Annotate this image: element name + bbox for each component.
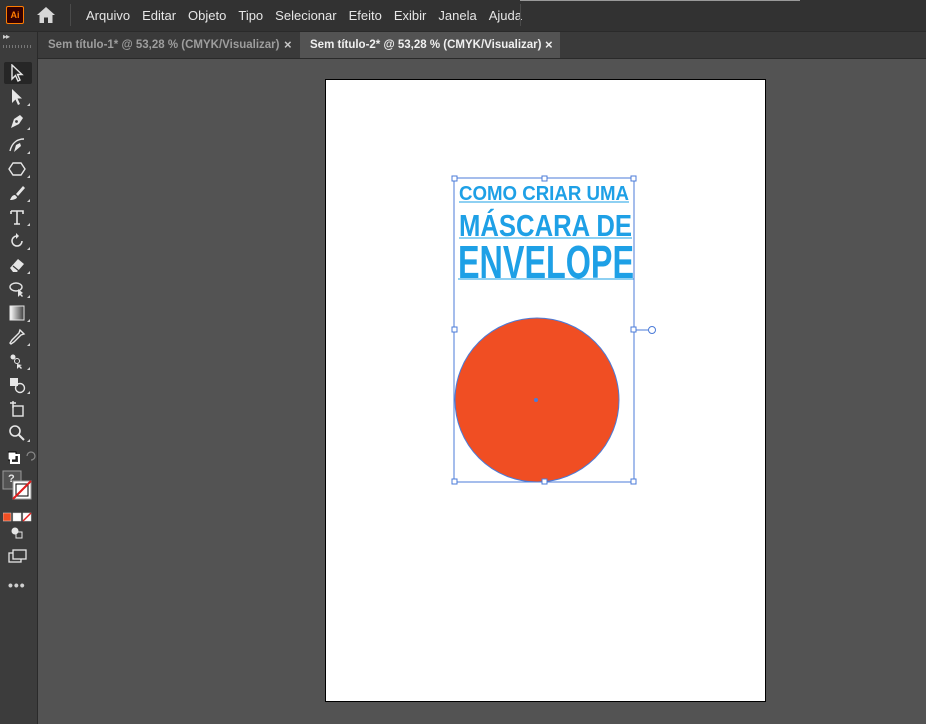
eyedropper-tool-icon[interactable]	[4, 326, 32, 348]
curvature-tool-icon[interactable]	[4, 134, 32, 156]
menu-tipo[interactable]: Tipo	[232, 8, 269, 23]
default-fill-stroke-icon[interactable]	[4, 448, 36, 470]
pen-tool-icon[interactable]	[4, 110, 32, 132]
circle-center-point	[534, 398, 538, 402]
tab-sem-titulo-2[interactable]: Sem título-2* @ 53,28 % (CMYK/Visualizar…	[300, 32, 560, 58]
menu-selecionar[interactable]: Selecionar	[269, 8, 342, 23]
handle-top-center[interactable]	[541, 175, 548, 182]
home-icon[interactable]	[36, 6, 56, 24]
fill-stroke-swatches[interactable]: ?	[2, 470, 36, 506]
warp-tool-icon[interactable]	[4, 278, 32, 300]
panel-grip[interactable]	[3, 45, 33, 48]
handle-top-right[interactable]	[630, 175, 637, 182]
selection-tool-icon[interactable]	[4, 62, 32, 84]
handle-top-left[interactable]	[451, 175, 458, 182]
handle-bottom-left[interactable]	[451, 478, 458, 485]
menu-ajuda[interactable]: Ajuda	[483, 8, 528, 23]
shaper-widget-handle[interactable]	[648, 326, 656, 334]
color-mode-row	[2, 509, 33, 522]
tab-close-icon[interactable]: ×	[545, 32, 553, 58]
menu-items: Arquivo Editar Objeto Tipo Selecionar Ef…	[80, 0, 528, 31]
handle-bottom-right[interactable]	[630, 478, 637, 485]
type-tool-icon[interactable]	[4, 206, 32, 228]
menu-arquivo[interactable]: Arquivo	[80, 8, 136, 23]
handle-middle-left[interactable]	[451, 326, 458, 333]
shape-builder-tool-icon[interactable]	[4, 374, 32, 396]
illustrator-logo: Ai	[6, 6, 24, 24]
handle-middle-right[interactable]	[630, 326, 637, 333]
artboard-artwork: COMO CRIAR UMA MÁSCARA DE ENVELOPE	[451, 175, 656, 485]
collapse-panel-icon[interactable]: ▸▸	[3, 32, 10, 41]
tab-label: Sem título-1* @ 53,28 % (CMYK/Visualizar…	[48, 39, 280, 51]
tab-close-icon[interactable]: ×	[284, 32, 292, 58]
eraser-tool-icon[interactable]	[4, 254, 32, 276]
document-tab-bar: Sem título-1* @ 53,28 % (CMYK/Visualizar…	[38, 32, 926, 59]
tools-panel: ▸▸ ? •••	[0, 32, 38, 724]
menu-editar[interactable]: Editar	[136, 8, 182, 23]
canvas-area[interactable]: COMO CRIAR UMA MÁSCARA DE ENVELOPE	[38, 59, 926, 724]
menu-bar: Ai Arquivo Editar Objeto Tipo Selecionar…	[0, 0, 926, 32]
title-line-3[interactable]: ENVELOPE	[458, 236, 634, 288]
artboard-tool-icon[interactable]	[4, 398, 32, 420]
rotate-tool-icon[interactable]	[4, 230, 32, 252]
blend-tool-icon[interactable]	[4, 350, 32, 372]
fill-unknown-label: ?	[8, 473, 15, 485]
search-field-edge	[520, 0, 800, 1]
draw-mode-icon[interactable]	[4, 522, 32, 544]
menu-efeito[interactable]: Efeito	[343, 8, 388, 23]
artboard[interactable]: COMO CRIAR UMA MÁSCARA DE ENVELOPE	[325, 79, 766, 702]
screen-mode-icon[interactable]	[4, 546, 32, 568]
zoom-tool-icon[interactable]	[4, 422, 32, 444]
menu-objeto[interactable]: Objeto	[182, 8, 232, 23]
menu-separator	[70, 4, 71, 26]
tab-sem-titulo-1[interactable]: Sem título-1* @ 53,28 % (CMYK/Visualizar…	[38, 32, 300, 58]
menu-exibir[interactable]: Exibir	[388, 8, 433, 23]
paintbrush-tool-icon[interactable]	[4, 182, 32, 204]
direct-selection-tool-icon[interactable]	[4, 86, 32, 108]
handle-bottom-center[interactable]	[541, 478, 548, 485]
menu-janela[interactable]: Janela	[432, 8, 482, 23]
gradient-tool-icon[interactable]	[4, 302, 32, 324]
tab-label: Sem título-2* @ 53,28 % (CMYK/Visualizar…	[310, 39, 542, 51]
edit-toolbar-button[interactable]: •••	[8, 577, 26, 593]
menu-separator-right	[520, 4, 521, 26]
shape-tool-icon[interactable]	[4, 158, 32, 180]
